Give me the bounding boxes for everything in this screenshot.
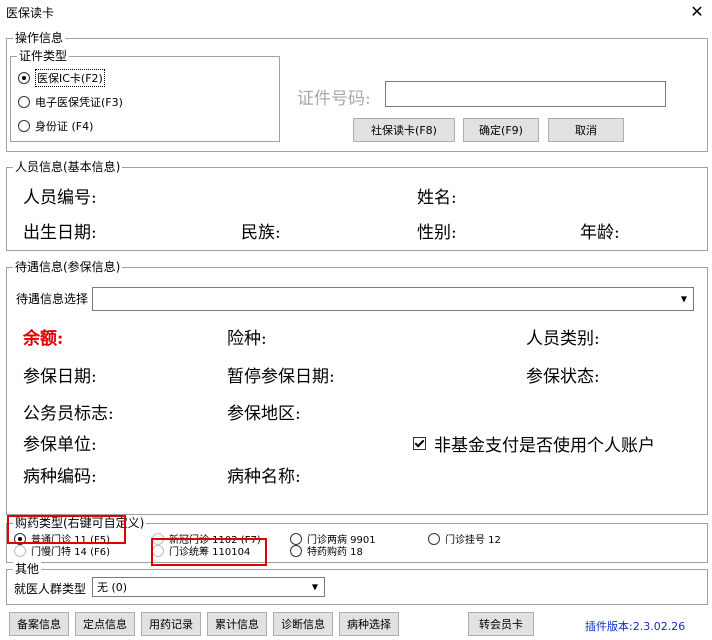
- radio-label: 身份证 (F4): [35, 120, 94, 133]
- civil-servant-label: 公务员标志:: [23, 404, 114, 424]
- disease-select-button[interactable]: 病种选择: [339, 612, 399, 636]
- person-no-label: 人员编号:: [23, 188, 97, 208]
- age-label: 年龄:: [580, 223, 620, 243]
- birth-date-label: 出生日期:: [23, 223, 97, 243]
- radio-label: 门诊挂号 12: [445, 535, 501, 546]
- designated-info-button[interactable]: 定点信息: [75, 612, 135, 636]
- other-legend: 其他: [13, 562, 42, 576]
- chevron-down-icon[interactable]: ▼: [312, 583, 318, 592]
- cumulative-info-button[interactable]: 累计信息: [207, 612, 267, 636]
- other-group: 其他 就医人群类型 无 (0) ▼: [6, 562, 708, 605]
- ethnicity-label: 民族:: [241, 223, 281, 243]
- radio-indicator[interactable]: [428, 532, 440, 545]
- highlight-box-outpatient-pooling: [151, 538, 267, 566]
- id-type-legend: 证件类型: [17, 49, 70, 63]
- radio-label: 门慢门特 14 (F6): [31, 547, 110, 558]
- benefit-select-dropdown[interactable]: ▼: [92, 287, 694, 311]
- radio-indicator[interactable]: [18, 96, 30, 108]
- member-card-button[interactable]: 转会员卡: [468, 612, 534, 636]
- title-bar: 医保读卡 ✕: [0, 0, 712, 26]
- person-info-legend: 人员信息(基本信息): [13, 160, 123, 174]
- person-category-label: 人员类别:: [526, 329, 600, 349]
- id-number-label: 证件号码:: [297, 89, 371, 109]
- radio-medical-ic-card[interactable]: 医保IC卡(F2): [18, 69, 105, 87]
- insurance-type-label: 险种:: [227, 329, 267, 349]
- radio-chronic-special[interactable]: 门慢门特 14 (F6): [14, 543, 110, 558]
- radio-indicator[interactable]: [290, 544, 302, 557]
- radio-registration[interactable]: 门诊挂号 12: [428, 531, 501, 546]
- population-type-label: 就医人群类型: [14, 582, 87, 596]
- cancel-button[interactable]: 取消: [548, 118, 624, 142]
- radio-indicator[interactable]: [14, 544, 26, 557]
- highlight-box-general-outpatient: [7, 515, 126, 544]
- window-title: 医保读卡: [6, 6, 55, 20]
- personal-account-checkbox[interactable]: 非基金支付是否使用个人账户: [413, 431, 655, 456]
- insured-area-label: 参保地区:: [227, 404, 301, 424]
- population-type-dropdown[interactable]: 无 (0) ▼: [92, 577, 325, 597]
- insured-unit-label: 参保单位:: [23, 435, 97, 455]
- id-type-group: 证件类型 医保IC卡(F2) 电子医保凭证(F3) 身份证 (F4): [10, 49, 280, 142]
- close-icon[interactable]: ✕: [686, 2, 708, 22]
- radio-label: 医保IC卡(F2): [35, 69, 105, 87]
- confirm-button[interactable]: 确定(F9): [463, 118, 539, 142]
- radio-electronic-voucher[interactable]: 电子医保凭证(F3): [18, 94, 123, 110]
- benefit-select-label: 待遇信息选择: [16, 292, 89, 306]
- filing-info-button[interactable]: 备案信息: [9, 612, 69, 636]
- chevron-down-icon[interactable]: ▼: [681, 295, 687, 304]
- radio-indicator[interactable]: [18, 72, 30, 84]
- radio-indicator[interactable]: [18, 120, 30, 132]
- insured-status-label: 参保状态:: [526, 367, 600, 387]
- gender-label: 性别:: [417, 223, 457, 243]
- suspend-date-label: 暂停参保日期:: [227, 367, 335, 387]
- read-card-button[interactable]: 社保读卡(F8): [353, 118, 455, 142]
- operation-group: 操作信息 证件类型 医保IC卡(F2) 电子医保凭证(F3) 身份证 (F4) …: [6, 31, 708, 152]
- diagnosis-info-button[interactable]: 诊断信息: [273, 612, 333, 636]
- operation-legend: 操作信息: [13, 31, 66, 45]
- radio-special-drug[interactable]: 特药购药 18: [290, 543, 363, 558]
- benefit-info-group: 待遇信息(参保信息) 待遇信息选择 ▼ 余额: 险种: 人员类别: 参保日期: …: [6, 260, 708, 515]
- radio-label: 特药购药 18: [307, 547, 363, 558]
- id-number-input[interactable]: [385, 81, 666, 107]
- name-label: 姓名:: [417, 188, 457, 208]
- medication-record-button[interactable]: 用药记录: [141, 612, 201, 636]
- radio-id-card[interactable]: 身份证 (F4): [18, 118, 93, 134]
- personal-account-label: 非基金支付是否使用个人账户: [434, 436, 655, 456]
- benefit-info-legend: 待遇信息(参保信息): [13, 260, 123, 274]
- balance-label: 余额:: [23, 329, 64, 349]
- checkbox-indicator[interactable]: [413, 437, 426, 450]
- plugin-version: 插件版本:2.3.02.26: [585, 620, 686, 633]
- insured-date-label: 参保日期:: [23, 367, 97, 387]
- population-type-value: 无 (0): [97, 581, 128, 594]
- radio-label: 电子医保凭证(F3): [35, 96, 123, 109]
- person-info-group: 人员信息(基本信息) 人员编号: 姓名: 出生日期: 民族: 性别: 年龄:: [6, 160, 708, 251]
- disease-code-label: 病种编码:: [23, 467, 97, 487]
- disease-name-label: 病种名称:: [227, 467, 301, 487]
